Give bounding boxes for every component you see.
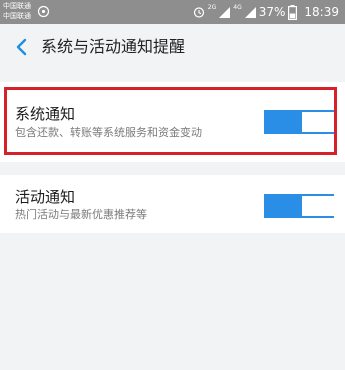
carrier-info: 中国联通 中国联通 — [3, 1, 31, 21]
screen: 中国联通 中国联通 2G 4G 37% 18:39 系统与活动通知提醒 系统通知… — [0, 0, 345, 370]
carrier-label-2: 中国联通 — [3, 12, 31, 20]
setting-title: 系统通知 — [15, 105, 76, 123]
network-type-2: 4G — [233, 4, 242, 11]
setting-row-activity-notification: 活动通知 热门活动与最新优惠推荐等 — [0, 175, 345, 233]
page-header: 系统与活动通知提醒 — [0, 24, 345, 70]
toggle-knob — [302, 112, 334, 132]
clock-time: 18:39 — [304, 5, 339, 19]
battery-percent: 37% — [258, 5, 286, 19]
battery-icon — [288, 4, 298, 20]
toggle-fill — [266, 112, 302, 132]
setting-subtitle: 热门活动与最新优惠推荐等 — [15, 208, 147, 221]
alarm-clock-icon — [193, 7, 204, 18]
system-notification-toggle[interactable] — [264, 110, 334, 134]
status-bar: 中国联通 中国联通 2G 4G 37% 18:39 — [0, 0, 345, 24]
toggle-fill — [266, 196, 302, 216]
signal-bars-icon-2 — [244, 6, 256, 18]
setting-row-system-notification: 系统通知 包含还款、转账等系统服务和资金变动 — [0, 82, 345, 162]
setting-subtitle: 包含还款、转账等系统服务和资金变动 — [15, 126, 202, 139]
status-indicators: 2G 4G 37% 18:39 — [193, 3, 339, 21]
page-title: 系统与活动通知提醒 — [41, 37, 186, 56]
toggle-knob — [302, 196, 334, 216]
activity-notification-toggle[interactable] — [264, 194, 334, 218]
network-type-1: 2G — [207, 4, 217, 11]
setting-title: 活动通知 — [15, 188, 76, 206]
signal-bars-icon — [219, 6, 231, 18]
carrier-label-1: 中国联通 — [3, 2, 31, 10]
hotspot-icon — [37, 5, 50, 18]
chevron-left-icon[interactable] — [12, 36, 32, 58]
